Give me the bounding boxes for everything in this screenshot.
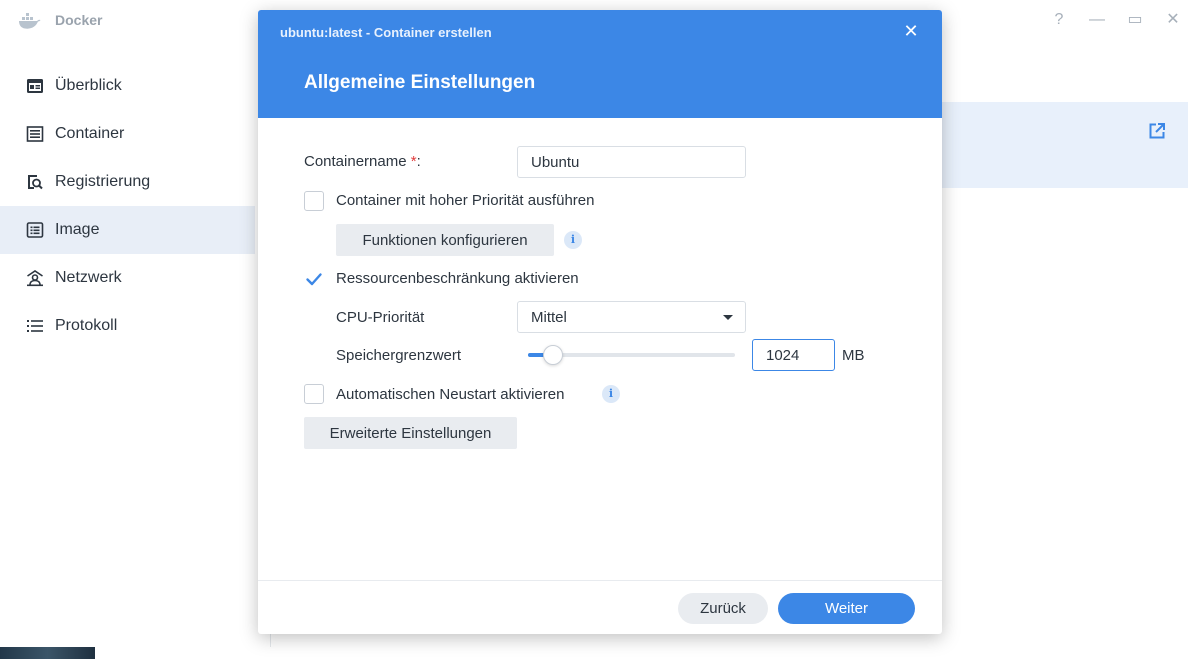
dialog-heading: Allgemeine Einstellungen (304, 72, 536, 93)
chevron-down-icon (723, 315, 733, 320)
sidebar-item-label: Registrierung (55, 173, 151, 190)
cpu-priority-value: Mittel (531, 308, 567, 326)
slider-thumb[interactable] (542, 345, 563, 365)
resource-limit-checkbox[interactable] (304, 269, 324, 289)
back-button[interactable]: Zurück (678, 593, 768, 624)
auto-restart-label: Automatischen Neustart aktivieren (336, 386, 565, 403)
overview-icon (26, 77, 44, 95)
network-icon (26, 269, 44, 287)
container-name-label: Containername *: (304, 153, 421, 170)
sidebar-item-log[interactable]: Protokoll (0, 302, 255, 350)
configure-functions-button[interactable]: Funktionen konfigurieren (336, 224, 554, 256)
help-icon[interactable]: ? (1050, 10, 1068, 30)
image-icon (26, 221, 44, 239)
auto-restart-checkbox[interactable] (304, 384, 324, 404)
resource-limit-label: Ressourcenbeschränkung aktivieren (336, 270, 579, 287)
info-icon[interactable]: i (602, 385, 620, 403)
selected-image-row[interactable] (940, 102, 1188, 188)
cpu-priority-label: CPU-Priorität (336, 309, 425, 326)
sidebar-item-network[interactable]: Netzwerk (0, 254, 255, 302)
sidebar: Überblick Container Registrierung Image … (0, 62, 270, 350)
dialog-footer: Zurück Weiter (258, 580, 942, 634)
minimize-icon[interactable]: — (1088, 10, 1106, 30)
sidebar-item-image[interactable]: Image (0, 206, 255, 254)
container-icon (26, 125, 44, 143)
desktop-wallpaper (0, 647, 95, 659)
next-button[interactable]: Weiter (778, 593, 915, 624)
sidebar-item-container[interactable]: Container (0, 110, 255, 158)
high-priority-label: Container mit hoher Priorität ausführen (336, 192, 595, 209)
docker-logo-icon (19, 13, 41, 29)
sidebar-item-label: Container (55, 125, 125, 142)
memory-limit-slider[interactable] (528, 345, 735, 365)
cpu-priority-select[interactable]: Mittel (517, 301, 746, 333)
checkmark-icon (306, 273, 322, 286)
sidebar-item-label: Überblick (55, 77, 122, 94)
desktop-background (0, 647, 1200, 659)
log-list-icon (26, 317, 44, 335)
dialog-header: ubuntu:latest - Container erstellen ✕ Al… (258, 10, 942, 118)
registry-search-icon (26, 173, 44, 191)
sidebar-item-registry[interactable]: Registrierung (0, 158, 255, 206)
create-container-dialog: ubuntu:latest - Container erstellen ✕ Al… (258, 10, 942, 634)
sidebar-item-label: Netzwerk (55, 269, 122, 286)
open-external-icon[interactable] (1148, 122, 1166, 140)
info-icon[interactable]: i (564, 231, 582, 249)
sidebar-item-label: Image (55, 221, 100, 238)
high-priority-checkbox[interactable] (304, 191, 324, 211)
window-controls: ? — ▭ ✕ (1050, 10, 1182, 30)
container-name-input[interactable]: Ubuntu (517, 146, 746, 178)
memory-unit-label: MB (842, 347, 865, 364)
memory-limit-input[interactable]: 1024 (752, 339, 835, 371)
maximize-icon[interactable]: ▭ (1126, 10, 1144, 30)
app-title: Docker (55, 12, 103, 28)
sidebar-item-overview[interactable]: Überblick (0, 62, 255, 110)
sidebar-item-label: Protokoll (55, 317, 118, 334)
dialog-title: ubuntu:latest - Container erstellen (280, 25, 492, 40)
advanced-settings-button[interactable]: Erweiterte Einstellungen (304, 417, 517, 449)
close-window-icon[interactable]: ✕ (1164, 10, 1182, 30)
memory-limit-label: Speichergrenzwert (336, 347, 462, 364)
close-icon[interactable]: ✕ (902, 22, 920, 40)
